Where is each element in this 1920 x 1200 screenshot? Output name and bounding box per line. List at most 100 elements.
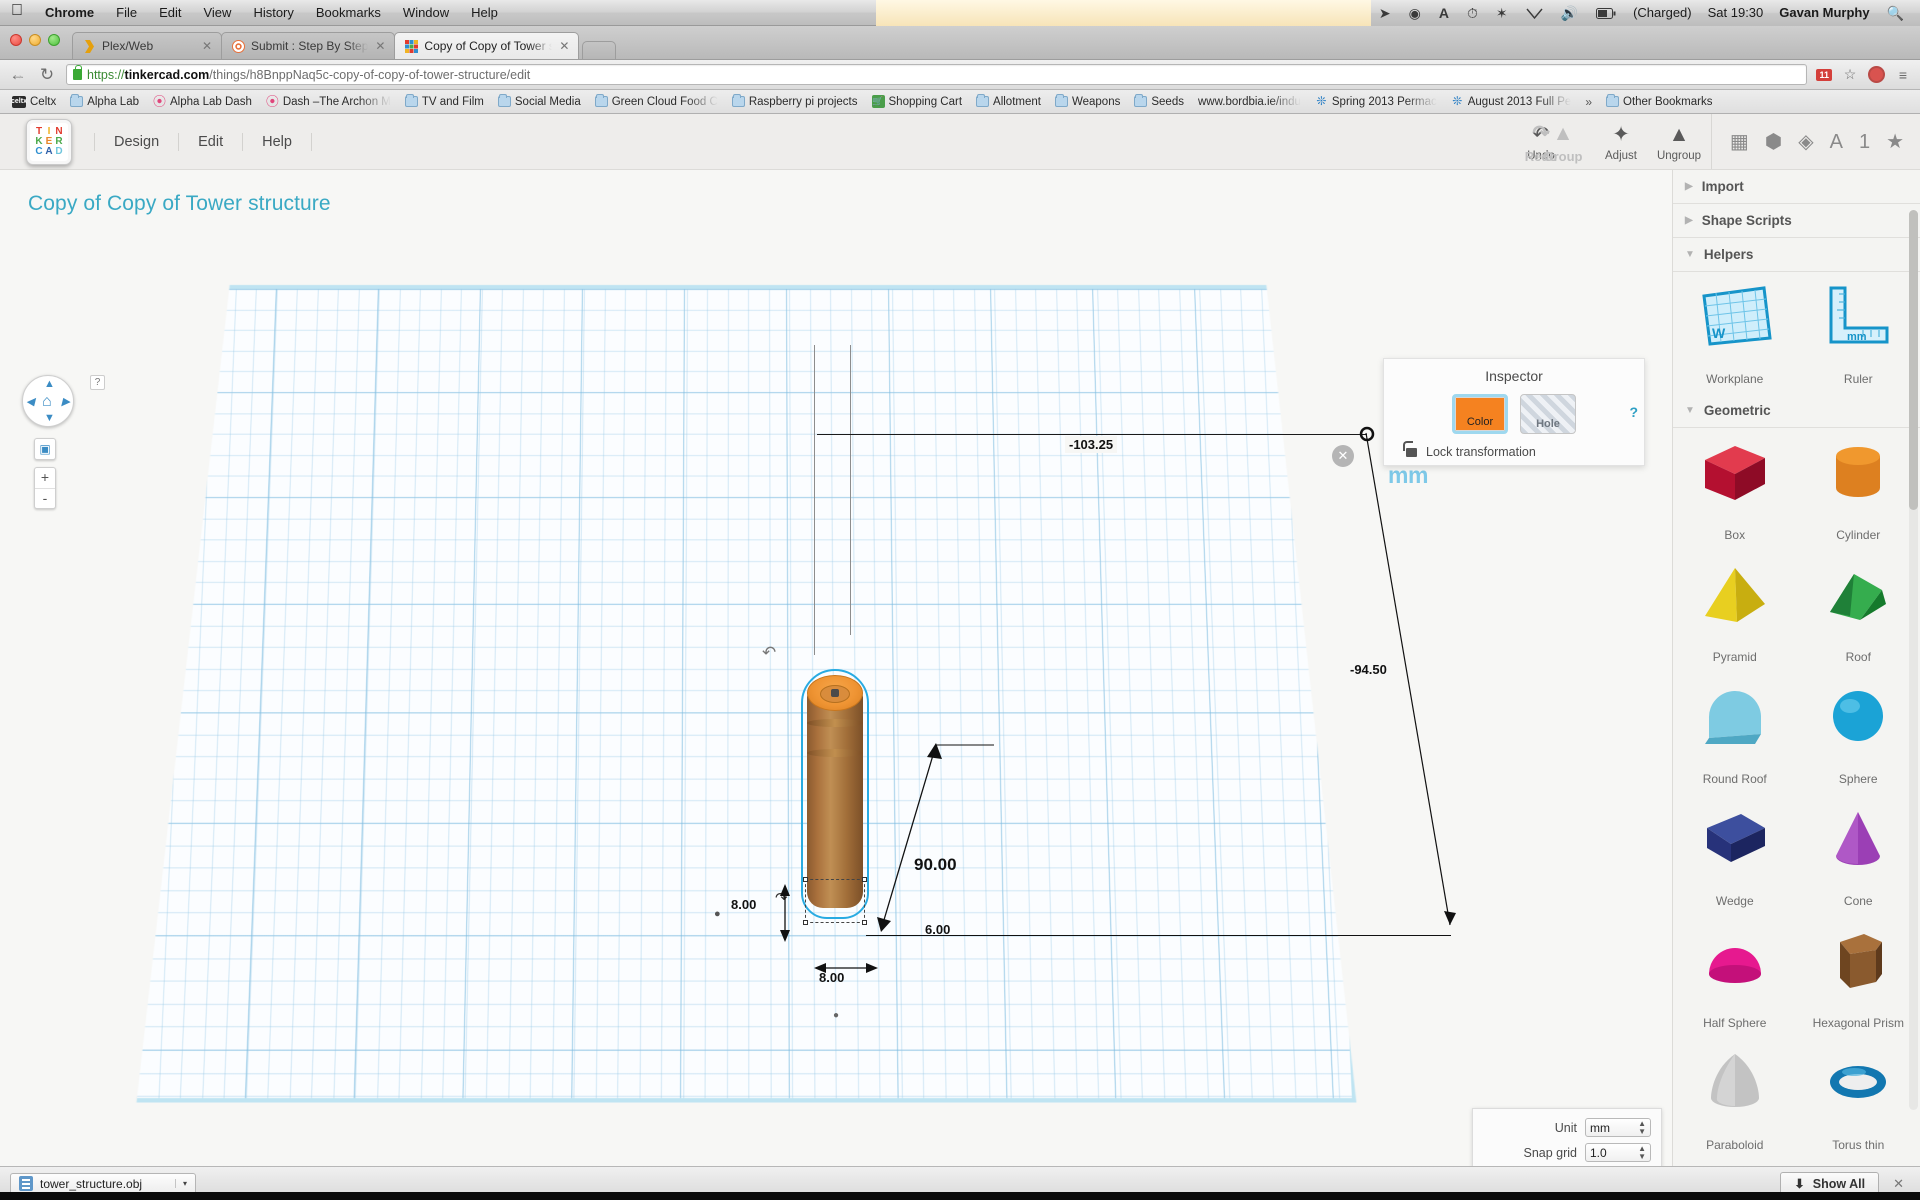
wifi-icon[interactable]: [1518, 7, 1551, 19]
apple-logo-icon[interactable]: : [0, 3, 34, 22]
zoom-window-button[interactable]: [48, 34, 60, 46]
view-right-arrow[interactable]: ▶: [62, 395, 70, 408]
view-up-arrow[interactable]: ▲: [44, 378, 55, 390]
section-geometric[interactable]: ▼ Geometric: [1673, 394, 1920, 428]
menu-design[interactable]: Design: [94, 132, 180, 151]
shape-item-hexagonal-prism[interactable]: Hexagonal Prism: [1797, 916, 1920, 1038]
battery-icon[interactable]: [1588, 7, 1624, 19]
bookmark-celtx[interactable]: celtx Celtx: [6, 94, 62, 110]
solid-cube-icon[interactable]: ⬢: [1765, 132, 1782, 152]
section-helpers[interactable]: ▼ Helpers: [1673, 238, 1920, 272]
close-tab-button[interactable]: ✕: [201, 39, 213, 53]
group-button[interactable]: ▲ Group: [1534, 120, 1592, 163]
shape-item-round-roof[interactable]: Round Roof: [1673, 672, 1797, 794]
menu-help[interactable]: Help: [243, 132, 312, 151]
inspector-help-button[interactable]: ?: [1629, 404, 1638, 420]
zoom-out-button[interactable]: -: [35, 488, 55, 508]
star-icon[interactable]: ☆: [1841, 66, 1859, 83]
close-tab-button[interactable]: ✕: [374, 39, 386, 53]
user-name[interactable]: Gavan Murphy: [1772, 0, 1876, 26]
shape-item-paraboloid[interactable]: Paraboloid: [1673, 1038, 1797, 1160]
menu-window[interactable]: Window: [392, 0, 460, 26]
adblock-icon[interactable]: 11: [1816, 68, 1832, 81]
download-menu-button[interactable]: ▾: [174, 1179, 187, 1188]
close-tab-button[interactable]: ✕: [558, 39, 570, 53]
fit-view-button[interactable]: ▣: [34, 438, 56, 460]
star-icon[interactable]: ★: [1886, 132, 1904, 152]
adjust-button[interactable]: ✦ Adjust: [1592, 121, 1650, 163]
bookmarks-overflow-button[interactable]: »: [1579, 95, 1598, 109]
selection-bounding-box[interactable]: [803, 877, 867, 925]
tower-structure-model[interactable]: ↶ ↷: [762, 643, 877, 933]
bookmark-alpha-lab[interactable]: Alpha Lab: [64, 94, 145, 110]
browser-tab-tinkercad[interactable]: Copy of Copy of Tower str ✕: [394, 32, 580, 59]
view-left-arrow[interactable]: ◀: [26, 395, 34, 408]
window-controls[interactable]: [10, 34, 60, 46]
bookmark-weapons[interactable]: Weapons: [1049, 94, 1126, 110]
shape-item-roof[interactable]: Roof: [1797, 550, 1920, 672]
address-bar[interactable]: https://tinkercad.com/things/h8BnppNaq5c…: [66, 64, 1808, 85]
shape-item-cylinder[interactable]: Cylinder: [1797, 428, 1920, 550]
zoom-in-button[interactable]: +: [35, 468, 55, 488]
menu-icon[interactable]: ≡: [1894, 67, 1912, 83]
view-navigation-cube[interactable]: ▲ ▼ ◀ ▶ ⌂ ?: [22, 375, 105, 435]
menu-view[interactable]: View: [192, 0, 242, 26]
dimension-value-depth[interactable]: 6.00: [925, 922, 950, 937]
bookmark-bordbia[interactable]: www.bordbia.ie/indu: [1192, 94, 1307, 110]
workspace-canvas[interactable]: Copy of Copy of Tower structure ▲ ▼ ◀ ▶ …: [0, 170, 1672, 1200]
menu-edit[interactable]: Edit: [179, 132, 244, 151]
bluetooth-icon[interactable]: ✶: [1488, 0, 1516, 26]
grid-icon[interactable]: ▦: [1730, 132, 1749, 152]
shape-item-torus-thin[interactable]: Torus thin: [1797, 1038, 1920, 1160]
profile-avatar[interactable]: [1868, 66, 1885, 83]
bookmark-raspberry-pi-projects[interactable]: Raspberry pi projects: [726, 94, 864, 110]
rotate-handle-top[interactable]: ↶: [762, 643, 776, 663]
text-a-icon[interactable]: A: [1830, 132, 1843, 152]
bookmark-allotment[interactable]: Allotment: [970, 94, 1047, 110]
bookmark-social-media[interactable]: Social Media: [492, 94, 587, 110]
unit-select[interactable]: mm ▲ ▼: [1585, 1118, 1651, 1137]
tinkercad-logo[interactable]: T I N K E R C A D: [26, 118, 72, 165]
zoom-controls[interactable]: + -: [34, 467, 56, 509]
ungroup-button[interactable]: ▲ Ungroup: [1650, 121, 1708, 163]
view-down-arrow[interactable]: ▼: [44, 412, 55, 424]
resize-handle[interactable]: [862, 920, 867, 925]
clock[interactable]: Sat 19:30: [1701, 0, 1771, 26]
shape-item-pyramid[interactable]: Pyramid: [1673, 550, 1797, 672]
resize-handle[interactable]: [803, 877, 808, 882]
snap-grid-select[interactable]: 1.0 ▲ ▼: [1585, 1143, 1651, 1162]
hole-swatch-button[interactable]: Hole: [1520, 394, 1576, 434]
orbit-icon[interactable]: ▲ ▼ ◀ ▶ ⌂: [22, 375, 74, 427]
view-home-icon[interactable]: ⌂: [42, 393, 52, 411]
dropbox-icon[interactable]: ◉: [1401, 0, 1429, 26]
menu-help[interactable]: Help: [460, 0, 509, 26]
shape-item-workplane[interactable]: W Workplane: [1673, 272, 1797, 394]
volume-icon[interactable]: 🔊: [1553, 0, 1586, 26]
minimize-window-button[interactable]: [29, 34, 41, 46]
shape-item-wedge[interactable]: Wedge: [1673, 794, 1797, 916]
section-shape-scripts[interactable]: ▶ Shape Scripts: [1673, 204, 1920, 238]
bookmark-other-bookmarks[interactable]: Other Bookmarks: [1600, 94, 1718, 110]
browser-tab-submit[interactable]: Submit : Step By Step ✕: [221, 32, 396, 59]
bookmark-august-2013[interactable]: ❊ August 2013 Full Pe: [1445, 93, 1578, 110]
workplane-grid[interactable]: [132, 285, 1357, 1103]
forward-button[interactable]: →: [8, 68, 28, 81]
resize-handle[interactable]: [803, 920, 808, 925]
number-1-icon[interactable]: 1: [1859, 132, 1870, 152]
bookmark-dash-archon[interactable]: ⦿ Dash –The Archon M: [260, 93, 397, 110]
menu-file[interactable]: File: [105, 0, 148, 26]
chevron-right-icon[interactable]: ➤: [1371, 0, 1399, 26]
bookmark-seeds[interactable]: Seeds: [1128, 94, 1190, 110]
close-downloads-bar-button[interactable]: ✕: [1887, 1176, 1910, 1192]
bookmark-green-cloud-food[interactable]: Green Cloud Food C: [589, 94, 724, 110]
help-button[interactable]: ?: [90, 375, 105, 390]
time-machine-icon[interactable]: ⏱: [1459, 0, 1486, 26]
scrollbar-thumb[interactable]: [1909, 210, 1918, 510]
shapes-scrollbar[interactable]: [1909, 210, 1918, 1110]
close-window-button[interactable]: [10, 34, 22, 46]
bookmark-shopping-cart[interactable]: 🛒 Shopping Cart: [866, 93, 969, 110]
menu-edit[interactable]: Edit: [148, 0, 192, 26]
adobe-icon[interactable]: A: [1431, 0, 1457, 26]
dimension-value-z[interactable]: 8.00: [731, 897, 756, 912]
new-tab-button[interactable]: [582, 41, 617, 59]
